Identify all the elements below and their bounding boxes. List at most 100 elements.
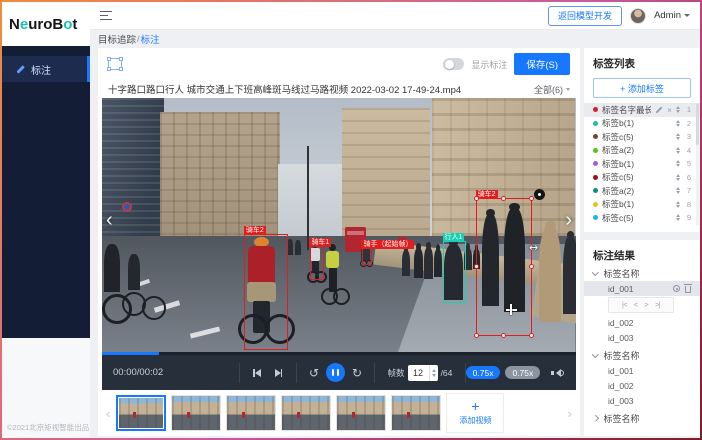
filmstrip-next-chevron[interactable]: › [567,406,573,421]
resize-handle[interactable] [474,333,479,338]
label-list: 标签名字最长数...×1标签b(1)2标签c(5)3标签a(2)4标签b(1)5… [584,103,700,225]
plus-icon: + [471,400,479,413]
video-canvas[interactable]: ‹ › 骑车2 骑车1 骑手（起始帧） 行人1 骑车2↔ [102,98,576,352]
page-button[interactable]: |< [622,302,627,309]
save-button[interactable]: 保存(S) [514,53,570,75]
pedestrian-figure [563,236,576,314]
sort-icon[interactable] [676,133,680,140]
sort-up-arrow [676,214,680,217]
sort-down-arrow [676,151,680,154]
video-thumbnail[interactable] [226,395,276,431]
label-row[interactable]: 标签a(2)7 [584,184,700,198]
breadcrumb-parent[interactable]: 目标追踪 [98,32,136,46]
trash-icon[interactable] [685,286,691,293]
page-button[interactable]: < [634,302,638,309]
label-name: 标签a(2) [602,144,672,156]
sort-icon[interactable] [676,106,680,113]
result-item[interactable]: id_002 [584,378,700,393]
page-button[interactable]: >| [655,302,660,309]
scrollbar-track[interactable] [696,103,699,225]
label-row[interactable]: 标签c(5)3 [584,130,700,144]
resize-handle[interactable] [474,264,479,269]
filmstrip-prev-chevron[interactable]: ‹ [105,406,111,421]
frame-value[interactable]: 12 [408,365,429,381]
visibility-icon[interactable] [673,285,680,292]
rewind-icon[interactable]: ↺ [309,367,319,379]
scrollbar-thumb[interactable] [696,103,699,145]
video-thumbnail[interactable] [281,395,331,431]
thumbnail-image [172,396,220,430]
sort-icon[interactable] [676,147,680,154]
page-button[interactable]: > [645,302,649,309]
sort-icon[interactable] [676,187,680,194]
annotation-box[interactable]: 骑车2 [244,234,288,350]
result-item[interactable]: id_003 [584,393,700,408]
next-frame-button[interactable] [275,369,283,377]
resize-handle[interactable] [501,196,506,201]
video-progress-bar[interactable] [102,352,576,355]
label-name: 标签b(1) [602,198,672,210]
label-row[interactable]: 标签c(5)9 [584,211,700,225]
volume-icon[interactable] [551,368,565,378]
result-item[interactable]: id_003 [584,330,700,345]
group-name: 标签名称 [604,267,640,280]
label-row[interactable]: 标签c(5)6 [584,171,700,185]
delete-icon[interactable]: × [667,106,672,114]
annotation-box[interactable]: 骑车1 [310,246,324,280]
add-video-button[interactable]: + 添加视频 [446,393,504,433]
resize-handle[interactable] [474,196,479,201]
label-row[interactable]: 标签b(1)5 [584,157,700,171]
video-thumbnail[interactable] [336,395,386,431]
video-thumbnail[interactable] [391,395,441,431]
add-label-button[interactable]: + 添加标签 [593,78,691,98]
label-row[interactable]: 标签a(2)4 [584,144,700,158]
prev-frame-button[interactable] [253,369,261,377]
filter-dropdown[interactable]: 全部(6) [534,83,570,96]
result-item[interactable]: id_002 [584,315,700,330]
sort-icon[interactable] [676,174,680,181]
speed-pill-inactive[interactable]: 0.75x [505,366,540,379]
sort-icon[interactable] [676,201,680,208]
sort-icon[interactable] [676,160,680,167]
label-index: 5 [684,159,691,168]
label-row[interactable]: 标签b(1)8 [584,198,700,212]
sort-icon[interactable] [676,214,680,221]
annotation-box[interactable]: 骑手（起始帧） [362,248,372,265]
user-menu[interactable]: Admin [654,10,690,21]
frame-input[interactable]: 12 [408,365,438,381]
thumbnail-image [227,396,275,430]
rect-select-tool-icon[interactable] [108,58,122,70]
annotation-box[interactable]: 行人1 [443,241,466,303]
label-row[interactable]: 标签b(1)2 [584,117,700,131]
label-index: 6 [684,173,691,182]
show-annotation-toggle[interactable] [443,58,464,70]
frame-stepper[interactable] [429,365,438,381]
annotation-box[interactable]: 骑车2↔ [476,198,532,336]
forward-icon[interactable]: ↻ [352,367,362,379]
player-controls: 00:00/00:02 ↺ ↻ 帧数 12 [102,355,576,390]
result-item[interactable]: id_001 [584,281,700,296]
avatar[interactable] [630,8,646,24]
sidebar-item-annotation[interactable]: 标注 [2,56,90,82]
label-color-dot [593,215,598,220]
chevron-down-icon [566,88,570,91]
menu-collapse-icon[interactable] [100,11,112,21]
result-group-header[interactable]: 标签名称 [584,410,700,426]
pause-button[interactable] [326,363,345,382]
breadcrumb: 目标追踪 / 标注 [98,30,160,48]
video-thumbnail[interactable] [116,395,166,431]
prev-video-chevron[interactable]: ‹ [106,210,113,230]
result-item[interactable]: id_001 [584,363,700,378]
move-cursor-icon [506,304,517,315]
video-player: ‹ › 骑车2骑车1骑手（起始帧）行人1骑车2↔ 00:00/00:02 ↺ ↻ [102,98,576,390]
result-item-icons [673,284,691,293]
result-group-header[interactable]: 标签名称 [584,347,700,363]
result-group-header[interactable]: 标签名称 [584,265,700,281]
next-video-chevron[interactable]: › [565,210,572,230]
edit-icon[interactable] [655,106,663,114]
label-row[interactable]: 标签名字最长数...×1 [584,103,700,117]
back-to-model-dev-button[interactable]: 返回模型开发 [548,6,622,26]
video-thumbnail[interactable] [171,395,221,431]
sort-icon[interactable] [676,120,680,127]
speed-pill-active[interactable]: 0.75x [466,366,501,379]
